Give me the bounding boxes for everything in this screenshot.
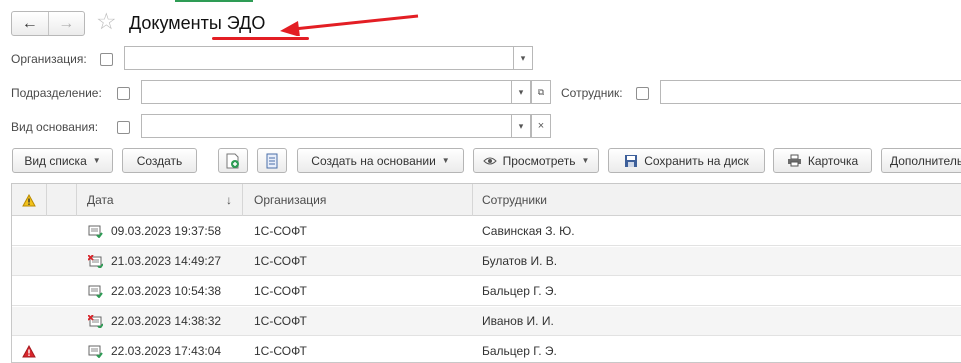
employee-label: Сотрудник: [561,86,623,100]
department-open-button[interactable]: ⧉ [531,80,551,104]
table-row[interactable]: 22.03.2023 17:43:04 1С-СОФТ Бальцер Г. Э… [12,337,961,362]
date-column-label: Дата [87,193,114,207]
date-cell: 22.03.2023 17:43:04 [111,344,222,358]
document-ok-icon [88,225,103,238]
date-column-header[interactable]: Дата ↓ [77,184,243,216]
more-label: Дополнитель [890,153,961,168]
view-label: Просмотреть [502,153,576,168]
employees-cell: Бальцер Г. Э. [482,284,557,298]
table-header: Дата ↓ Организация Сотрудники [12,184,961,216]
document-ok-icon [88,345,103,358]
organization-dropdown-button[interactable]: ▾ [513,46,533,70]
annotation-arrow [280,14,419,36]
list-view-button[interactable]: Вид списка ▼ [12,148,113,173]
employees-column-header[interactable]: Сотрудники [473,184,961,216]
chevron-down-icon: ▼ [441,156,450,165]
employees-cell: Иванов И. И. [482,314,554,328]
create-label: Создать [136,153,183,168]
organization-cell: 1С-СОФТ [254,314,307,328]
employee-checkbox[interactable] [636,87,649,100]
table-row[interactable]: 22.03.2023 10:54:38 1С-СОФТ Бальцер Г. Э… [12,277,961,306]
save-to-disk-button[interactable]: Сохранить на диск [608,148,765,173]
create-based-on-label: Создать на основании [311,153,436,168]
organization-column-label: Организация [254,193,327,207]
chevron-down-icon: ▾ [518,86,524,97]
table-row[interactable]: 09.03.2023 19:37:58 1С-СОФТ Савинская З.… [12,217,961,246]
department-checkbox[interactable] [117,87,130,100]
floppy-disk-icon [625,154,638,167]
basis-type-clear-button[interactable]: × [531,114,551,138]
date-cell: 22.03.2023 10:54:38 [111,284,222,298]
chevron-down-icon: ▼ [581,156,590,165]
active-tab-indicator [175,0,253,2]
organization-cell: 1С-СОФТ [254,344,307,358]
forward-button[interactable]: → [49,12,85,35]
list-icon [266,153,278,168]
date-cell: 22.03.2023 14:38:32 [111,314,222,328]
employees-cell: Булатов И. В. [482,254,558,268]
card-button[interactable]: Карточка [773,148,872,173]
organization-column-header[interactable]: Организация [243,184,473,216]
more-button[interactable]: Дополнитель [881,148,961,173]
documents-table: Дата ↓ Организация Сотрудники 09.03.2023… [11,183,961,363]
table-row[interactable]: 21.03.2023 14:49:27 1С-СОФТ Булатов И. В… [12,247,961,276]
chevron-down-icon: ▾ [520,52,526,63]
department-field[interactable]: ▾ ⧉ [141,80,551,104]
page-title: Документы ЭДО [129,13,266,33]
document-ok-icon [88,285,103,298]
basis-type-field[interactable]: ▾ × [141,114,551,138]
printer-icon [787,154,801,167]
chevron-down-icon: ▾ [518,120,524,131]
arrow-left-icon: ← [21,14,38,32]
list-view-label: Вид списка [24,153,87,168]
create-button[interactable]: Создать [122,148,197,173]
organization-cell: 1С-СОФТ [254,224,307,238]
document-error-icon [88,315,103,328]
card-label: Карточка [807,153,859,168]
sort-desc-icon: ↓ [226,193,232,207]
star-icon[interactable]: ☆ [96,10,117,33]
status-column-header[interactable] [47,184,77,216]
employees-cell: Савинская З. Ю. [482,224,575,238]
close-icon: × [537,120,545,132]
warning-column-header[interactable] [12,184,47,216]
open-form-icon: ⧉ [537,86,545,97]
navigation-buttons: ← → [11,11,85,36]
document-add-icon [226,153,239,168]
basis-type-label: Вид основания: [11,120,99,134]
save-to-disk-label: Сохранить на диск [644,153,749,168]
annotation-underline [212,37,309,40]
date-cell: 09.03.2023 19:37:58 [111,224,222,238]
organization-field[interactable]: ▾ [124,46,533,70]
organization-checkbox[interactable] [100,53,113,66]
create-copy-button[interactable] [218,148,248,173]
chevron-down-icon: ▼ [92,156,101,165]
table-row[interactable]: 22.03.2023 14:38:32 1С-СОФТ Иванов И. И. [12,307,961,336]
organization-label: Организация: [11,52,87,66]
employees-cell: Бальцер Г. Э. [482,344,557,358]
view-button[interactable]: Просмотреть ▼ [473,148,599,173]
department-dropdown-button[interactable]: ▾ [511,80,531,104]
basis-type-checkbox[interactable] [117,121,130,134]
back-button[interactable]: ← [12,12,49,35]
document-error-icon [88,255,103,268]
arrow-right-icon: → [58,14,75,32]
error-warning-icon [22,345,36,358]
department-label: Подразделение: [11,86,102,100]
list-settings-button[interactable] [257,148,287,173]
basis-type-dropdown-button[interactable]: ▾ [511,114,531,138]
create-based-on-button[interactable]: Создать на основании ▼ [297,148,464,173]
eye-icon [482,157,497,164]
warning-icon [22,194,36,207]
employee-field[interactable] [660,80,961,104]
organization-cell: 1С-СОФТ [254,284,307,298]
date-cell: 21.03.2023 14:49:27 [111,254,222,268]
employees-column-label: Сотрудники [482,193,547,207]
organization-cell: 1С-СОФТ [254,254,307,268]
